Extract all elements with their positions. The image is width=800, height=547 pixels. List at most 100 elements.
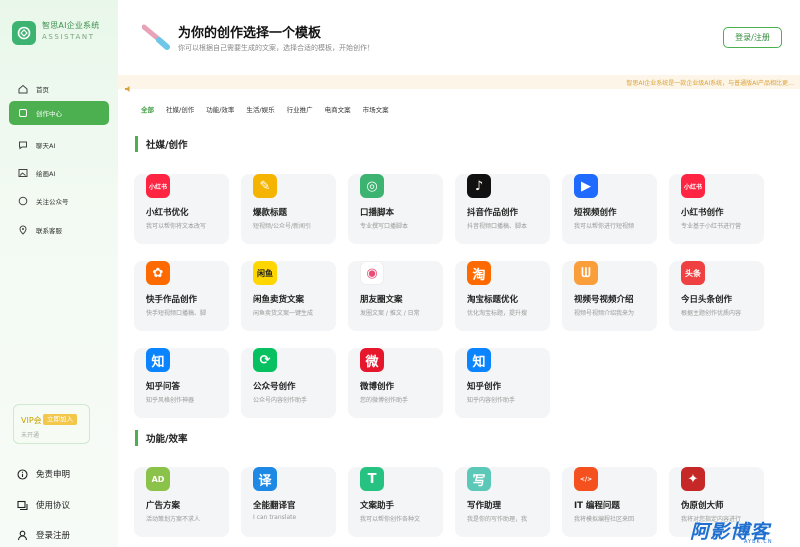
- filter-efficiency[interactable]: 功能/效率: [206, 104, 234, 114]
- app-name: 智思AI企业系统: [42, 21, 100, 30]
- pen-icon: ✎: [253, 174, 277, 198]
- template-card[interactable]: T 文案助手我可以帮你创作各种文: [348, 467, 443, 537]
- template-card[interactable]: AD 广告方案活动策划方案不求人: [134, 467, 229, 537]
- nav-label: 关注公众号: [36, 198, 69, 206]
- notice-text: 智思AI企业系统是一款企业级AI系统，与普通版AI产品相比更…: [626, 80, 794, 87]
- card-description: 知乎内容创作助手: [467, 397, 516, 404]
- nav-item-chat[interactable]: 聊天AI: [9, 133, 109, 157]
- card-title: 广告方案: [146, 501, 181, 511]
- nav-item-draw[interactable]: 绘画AI: [9, 161, 109, 185]
- section-header: 社媒/创作: [135, 136, 187, 152]
- nav-label: 绘画AI: [36, 170, 56, 178]
- vip-title: VIP会: [21, 416, 42, 425]
- card-description: 我将模拟编程社区来回: [574, 516, 635, 523]
- card-title: 口播脚本: [360, 208, 395, 218]
- disclaimer-link[interactable]: 免责申明: [17, 468, 70, 480]
- template-card[interactable]: 闲鱼 闲鱼卖货文案 闲鱼卖货文案一键生成: [241, 261, 336, 331]
- template-card[interactable]: ✿ 快手作品创作 快手短视频口播稿、脚: [134, 261, 229, 331]
- template-card[interactable]: ▶ 短视频创作 我可以帮你进行短视频: [562, 174, 657, 244]
- zhihu-icon: 知: [467, 348, 491, 372]
- filter-ecommerce[interactable]: 电商文案: [325, 104, 351, 114]
- nav-item-follow[interactable]: 关注公众号: [9, 189, 109, 213]
- template-card[interactable]: 小红书 小红书优化 我可以帮你将文本改写: [134, 174, 229, 244]
- card-title: 小红书创作: [681, 208, 724, 218]
- card-description: 专业基于小红书进行营: [681, 223, 742, 230]
- card-icon-glyph: 头条: [685, 268, 701, 278]
- card-icon-glyph: </>: [579, 475, 593, 483]
- card-title: 全能翻译官: [253, 501, 296, 511]
- xiaohongshu-icon: 小红书: [146, 174, 170, 198]
- template-card[interactable]: ✎ 爆款标题短视频/公众号/新闻引: [241, 174, 336, 244]
- template-card[interactable]: </> IT 编程问题 我将模拟编程社区来回: [562, 467, 657, 537]
- video-play-icon: ▶: [574, 174, 598, 198]
- card-icon-glyph: ▶: [581, 178, 591, 194]
- taobao-icon: 淘: [467, 261, 491, 285]
- card-icon-glyph: 译: [258, 473, 272, 489]
- speaker-icon: [124, 78, 132, 97]
- douyin-icon: ♪: [467, 174, 491, 198]
- nav-item-create[interactable]: 创作中心: [9, 101, 109, 125]
- card-description: 活动策划方案不求人: [146, 516, 201, 523]
- template-card[interactable]: 写写作助理 我是你的写作助理，我: [455, 467, 550, 537]
- card-description: 短视频/公众号/新闻引: [253, 223, 312, 230]
- template-card[interactable]: ᗯ 视频号视频介绍 视频号视频介绍我来为: [562, 261, 657, 331]
- card-title: 闲鱼卖货文案: [253, 295, 305, 305]
- section-title: 功能/效率: [146, 434, 188, 445]
- card-title: 文案助手: [360, 501, 395, 511]
- channels-icon: ᗯ: [574, 261, 598, 285]
- card-description: 闲鱼卖货文案一键生成: [253, 310, 314, 317]
- filter-social[interactable]: 社媒/创作: [166, 104, 194, 114]
- card-description: 我可以帮你将文本改写: [146, 223, 207, 230]
- template-card[interactable]: 知知乎创作 知乎内容创作助手: [455, 348, 550, 418]
- watermark-sub: AYBK.CN: [744, 539, 773, 545]
- card-icon-glyph: T: [367, 471, 377, 487]
- nav-label: 创作中心: [36, 110, 62, 118]
- template-card[interactable]: 知知乎问答 知乎风格创作神器: [134, 348, 229, 418]
- template-card[interactable]: 小红书 小红书创作 专业基于小红书进行营: [669, 174, 764, 244]
- card-description: 快手短视频口播稿、脚: [146, 310, 207, 317]
- card-description: 根据主题创作优质内容: [681, 310, 742, 317]
- filter-industry[interactable]: 行业推广: [287, 104, 313, 114]
- follow-icon: [18, 196, 28, 206]
- card-icon-glyph: ◎: [366, 178, 378, 194]
- card-description: I can translate: [253, 514, 297, 521]
- nav-item-support[interactable]: 联系客服: [9, 218, 109, 242]
- template-card[interactable]: ⟳ 公众号创作公众号内容创作助手: [241, 348, 336, 418]
- card-title: 公众号创作: [253, 382, 296, 392]
- filter-life[interactable]: 生活/娱乐: [246, 104, 274, 114]
- card-title: 爆款标题: [253, 208, 288, 218]
- location-icon: [18, 225, 28, 235]
- card-icon-glyph: ♪: [474, 178, 484, 194]
- translate-icon: 译: [253, 467, 277, 491]
- card-title: 写作助理: [467, 501, 502, 511]
- template-card[interactable]: ◎ 口播脚本 专业撰写口播脚本: [348, 174, 443, 244]
- ad-icon: AD: [146, 467, 170, 491]
- card-title: 视频号视频介绍: [574, 295, 634, 305]
- card-title: 微博创作: [360, 382, 395, 392]
- card-icon-glyph: ✦: [687, 471, 699, 487]
- moments-icon: ◉: [360, 261, 384, 285]
- filter-marketing[interactable]: 市场文案: [363, 104, 389, 114]
- login-register-link[interactable]: 登录注册: [17, 529, 70, 541]
- kuaishou-icon: ✿: [146, 261, 170, 285]
- card-description: 公众号内容创作助手: [253, 397, 308, 404]
- filter-all[interactable]: 全部: [141, 104, 154, 114]
- card-icon-glyph: 淘: [472, 267, 486, 283]
- template-card[interactable]: ◉ 朋友圈文案 发圈文案 / 推文 / 日常: [348, 261, 443, 331]
- template-card[interactable]: ♪ 抖音作品创作 抖音视频口播稿、脚本: [455, 174, 550, 244]
- template-card[interactable]: 微微博创作 您的微博创作助手: [348, 348, 443, 418]
- template-card[interactable]: 淘淘宝标题优化 优化淘宝标题，提升搜: [455, 261, 550, 331]
- agreement-icon: [17, 500, 28, 511]
- card-description: 我可以帮你创作各种文: [360, 516, 421, 523]
- section-accent: [135, 430, 138, 446]
- code-icon: </>: [574, 467, 598, 491]
- card-icon-glyph: 微: [365, 354, 379, 370]
- card-icon-glyph: ✿: [152, 265, 164, 281]
- login-register-button[interactable]: 登录/注册: [723, 27, 782, 48]
- nav-item-home[interactable]: 首页: [9, 77, 109, 101]
- agreement-link[interactable]: 使用协议: [17, 499, 70, 511]
- template-card[interactable]: 译全能翻译官 I can translate: [241, 467, 336, 537]
- vip-join-button[interactable]: 立即加入: [43, 414, 77, 425]
- template-card[interactable]: 头条 今日头条创作 根据主题创作优质内容: [669, 261, 764, 331]
- wechat-official-icon: ⟳: [253, 348, 277, 372]
